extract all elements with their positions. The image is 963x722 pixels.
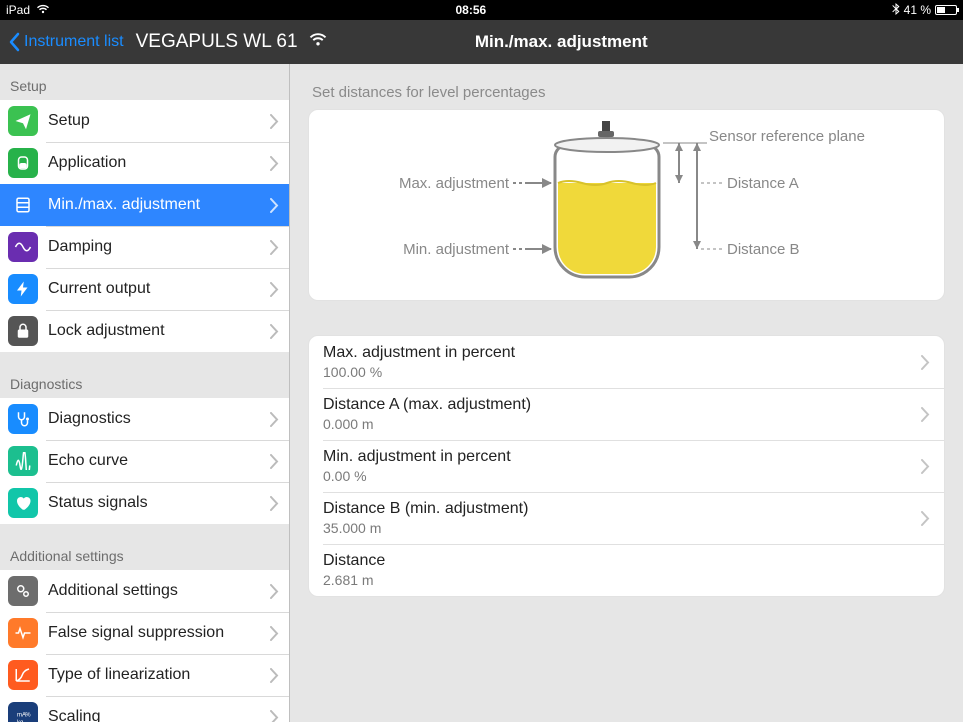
setting-value: 0.000 m [323, 416, 921, 432]
content-pane: Set distances for level percentages [290, 64, 963, 722]
chevron-right-icon [270, 156, 279, 171]
sidebar-item-label: Lock adjustment [48, 322, 270, 340]
setting-value: 35.000 m [323, 520, 921, 536]
sidebar-item-label: Status signals [48, 494, 270, 512]
statusbar: iPad 08:56 41 % [0, 0, 963, 20]
status-time: 08:56 [50, 3, 892, 17]
hint-text: Set distances for level percentages [312, 84, 941, 101]
chevron-right-icon [270, 282, 279, 297]
setting-title: Max. adjustment in percent [323, 344, 921, 362]
echo-icon [8, 446, 38, 476]
wave-icon [8, 232, 38, 262]
section-header: Additional settings [0, 524, 289, 570]
sidebar-item-setup[interactable]: Setup [0, 100, 289, 142]
sidebar-item-label: Current output [48, 280, 270, 298]
tank-diagram: Max. adjustment Min. adjustment Sensor r… [309, 110, 944, 300]
heart-icon [8, 488, 38, 518]
sidebar-item-minmax[interactable]: Min./max. adjustment [0, 184, 289, 226]
sidebar-item-additional[interactable]: Additional settings [0, 570, 289, 612]
curve-icon [8, 660, 38, 690]
lock-icon [8, 316, 38, 346]
sidebar-item-label: Type of linearization [48, 666, 270, 684]
section-header: Setup [0, 64, 289, 100]
distance-a-label: Distance A [727, 175, 799, 192]
bluetooth-icon [892, 3, 900, 18]
settings-list: Max. adjustment in percent 100.00 % Distan… [308, 335, 945, 597]
sidebar[interactable]: Setup Setup Application Min./max. adjustmen… [0, 64, 290, 722]
sidebar-item-status[interactable]: Status signals [0, 482, 289, 524]
chevron-right-icon [270, 454, 279, 469]
sidebar-item-label: Setup [48, 112, 270, 130]
sidebar-item-label: Echo curve [48, 452, 270, 470]
setting-row[interactable]: Min. adjustment in percent 0.00 % [309, 440, 944, 492]
sidebar-item-label: Damping [48, 238, 270, 256]
navbar: Instrument list VEGAPULS WL 61 Min./max.… [0, 20, 963, 64]
sidebar-item-label: Min./max. adjustment [48, 196, 270, 214]
battery-icon [935, 5, 957, 15]
chevron-right-icon [270, 412, 279, 427]
sidebar-item-label: Diagnostics [48, 410, 270, 428]
sidebar-item-lock[interactable]: Lock adjustment [0, 310, 289, 352]
svg-text:%: % [25, 712, 31, 718]
chevron-right-icon [270, 626, 279, 641]
pulse-icon [8, 618, 38, 648]
chevron-right-icon [921, 459, 930, 474]
chevron-right-icon [270, 114, 279, 129]
section-header: Diagnostics [0, 352, 289, 398]
sidebar-item-current[interactable]: Current output [0, 268, 289, 310]
chevron-right-icon [270, 496, 279, 511]
paper-plane-icon [8, 106, 38, 136]
device-label: iPad [6, 3, 30, 17]
sidebar-item-false-signal[interactable]: False signal suppression [0, 612, 289, 654]
chevron-right-icon [270, 584, 279, 599]
sidebar-item-diagnostics[interactable]: Diagnostics [0, 398, 289, 440]
back-button[interactable]: Instrument list [8, 32, 124, 52]
chevron-right-icon [270, 324, 279, 339]
sidebar-item-linearization[interactable]: Type of linearization [0, 654, 289, 696]
sensor-ref-label: Sensor reference plane [709, 128, 865, 145]
setting-title: Distance A (max. adjustment) [323, 396, 921, 414]
adjust-icon [8, 190, 38, 220]
diagram-card: Max. adjustment Min. adjustment Sensor r… [308, 109, 945, 301]
bolt-icon [8, 274, 38, 304]
sidebar-item-label: Application [48, 154, 270, 172]
chevron-right-icon [270, 198, 279, 213]
setting-value: 0.00 % [323, 468, 921, 484]
sidebar-item-label: Scaling [48, 708, 270, 722]
chevron-right-icon [270, 668, 279, 683]
sidebar-item-scaling[interactable]: mAkg% Scaling [0, 696, 289, 722]
setting-title: Distance B (min. adjustment) [323, 500, 921, 518]
chevron-right-icon [921, 355, 930, 370]
gears-icon [8, 576, 38, 606]
min-adjustment-label: Min. adjustment [403, 241, 510, 258]
distance-b-label: Distance B [727, 241, 800, 258]
setting-value: 2.681 m [323, 572, 930, 588]
battery-percent: 41 % [904, 3, 931, 17]
back-label: Instrument list [24, 33, 124, 51]
page-title: Min./max. adjustment [168, 32, 955, 52]
sidebar-item-label: Additional settings [48, 582, 270, 600]
setting-row[interactable]: Distance A (max. adjustment) 0.000 m [309, 388, 944, 440]
sidebar-item-application[interactable]: Application [0, 142, 289, 184]
sidebar-item-echo[interactable]: Echo curve [0, 440, 289, 482]
setting-row[interactable]: Distance B (min. adjustment) 35.000 m [309, 492, 944, 544]
sidebar-item-label: False signal suppression [48, 624, 270, 642]
setting-value: 100.00 % [323, 364, 921, 380]
setting-title: Min. adjustment in percent [323, 448, 921, 466]
chevron-right-icon [270, 240, 279, 255]
setting-row[interactable]: Max. adjustment in percent 100.00 % [309, 336, 944, 388]
chevron-right-icon [921, 511, 930, 526]
setting-title: Distance [323, 552, 930, 570]
chevron-right-icon [921, 407, 930, 422]
tank-icon [8, 148, 38, 178]
stethoscope-icon [8, 404, 38, 434]
setting-row: Distance 2.681 m [309, 544, 944, 596]
max-adjustment-label: Max. adjustment [398, 175, 509, 192]
sidebar-item-damping[interactable]: Damping [0, 226, 289, 268]
chevron-right-icon [270, 710, 279, 722]
wifi-icon [36, 3, 50, 17]
scale-icon: mAkg% [8, 702, 38, 722]
